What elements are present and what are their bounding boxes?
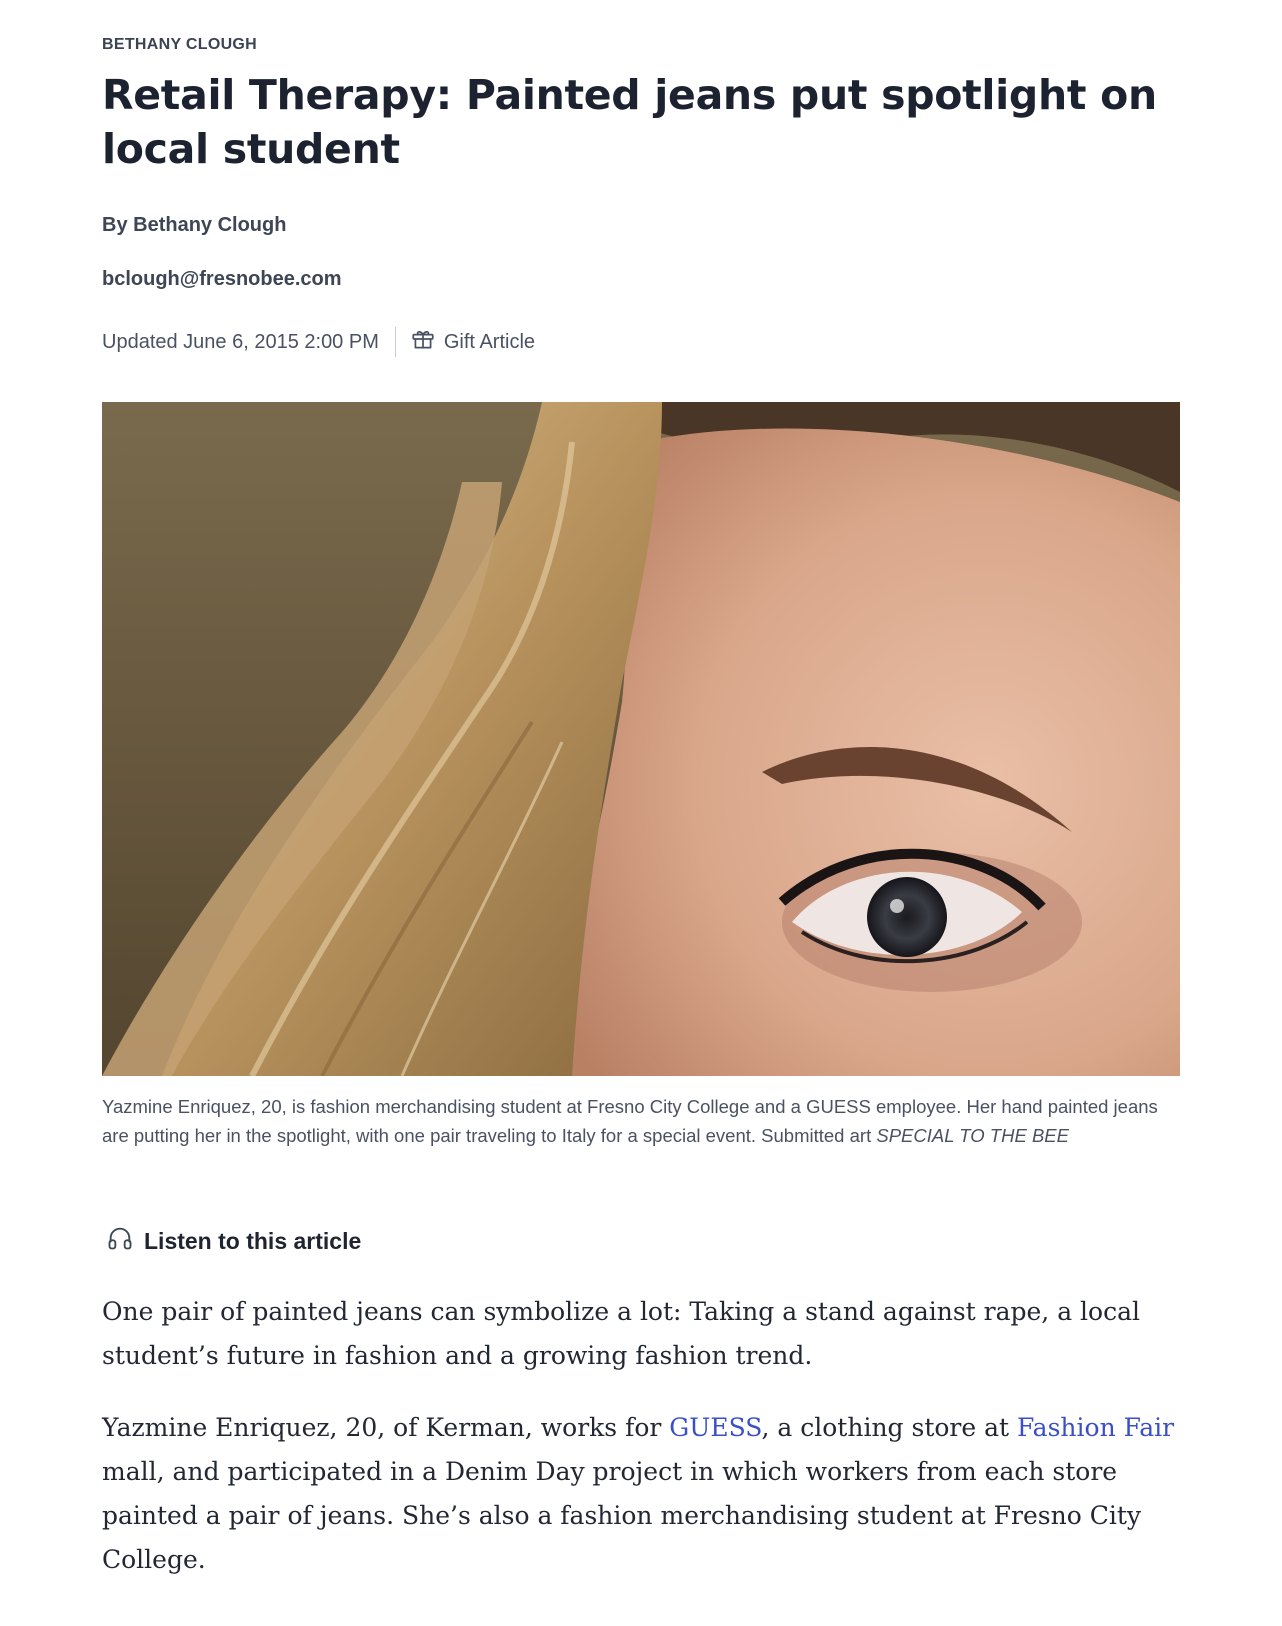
- gift-icon: [410, 326, 444, 358]
- article-meta: Updated June 6, 2015 2:00 PM Gift Articl…: [102, 326, 535, 358]
- caption-credit: SPECIAL TO THE BEE: [876, 1125, 1069, 1146]
- p2-text-c: mall, and participated in a Denim Day pr…: [102, 1457, 1142, 1574]
- lead-photo: [102, 402, 1180, 1076]
- gift-article-button[interactable]: Gift Article: [410, 326, 535, 358]
- byline: By Bethany Clough: [102, 214, 286, 237]
- byline-prefix: By: [102, 214, 134, 236]
- listen-to-article-button[interactable]: Listen to this article: [106, 1224, 361, 1258]
- listen-label: Listen to this article: [144, 1227, 362, 1254]
- article-headline: Retail Therapy: Painted jeans put spotli…: [102, 71, 1157, 173]
- gift-article-label: Gift Article: [443, 330, 536, 353]
- headphones-icon: [106, 1224, 144, 1258]
- p2-text-a: Yazmine Enriquez, 20, of Kerman, works f…: [102, 1413, 670, 1442]
- meta-divider: [394, 327, 396, 357]
- p2-text-b: , a clothing store at: [761, 1413, 1018, 1442]
- updated-timestamp: Updated June 6, 2015 2:00 PM: [102, 330, 379, 353]
- article-paragraph-1: One pair of painted jeans can symbolize …: [102, 1297, 1141, 1370]
- photo-caption: Yazmine Enriquez, 20, is fashion merchan…: [102, 1092, 1180, 1150]
- author-kicker-link[interactable]: BETHANY CLOUGH: [102, 36, 257, 54]
- guess-link[interactable]: GUESS: [669, 1413, 761, 1442]
- article-paragraph-2: Yazmine Enriquez, 20, of Kerman, works f…: [102, 1406, 1180, 1582]
- author-email-link[interactable]: bclough@fresnobee.com: [102, 268, 342, 291]
- fashion-fair-link[interactable]: Fashion Fair: [1017, 1413, 1174, 1442]
- author-link[interactable]: Bethany Clough: [133, 214, 286, 236]
